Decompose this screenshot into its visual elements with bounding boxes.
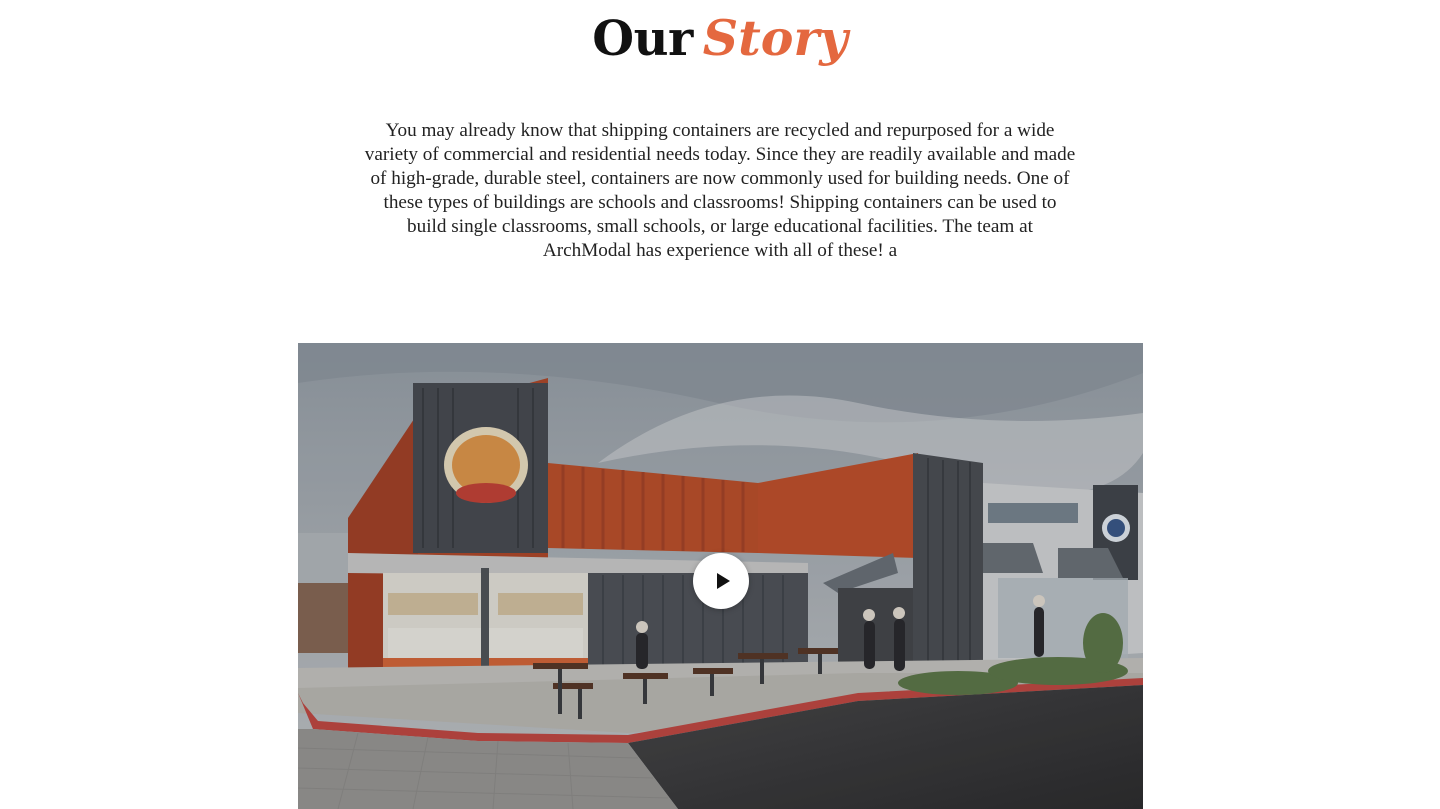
section-title: Our Story: [0, 6, 1440, 76]
video-player[interactable]: [298, 343, 1143, 809]
title-plain: Our: [592, 11, 693, 67]
story-paragraph: You may already know that shipping conta…: [364, 120, 1076, 261]
title-accent: Story: [702, 9, 848, 67]
play-button[interactable]: [693, 553, 749, 609]
play-icon: [716, 573, 730, 589]
